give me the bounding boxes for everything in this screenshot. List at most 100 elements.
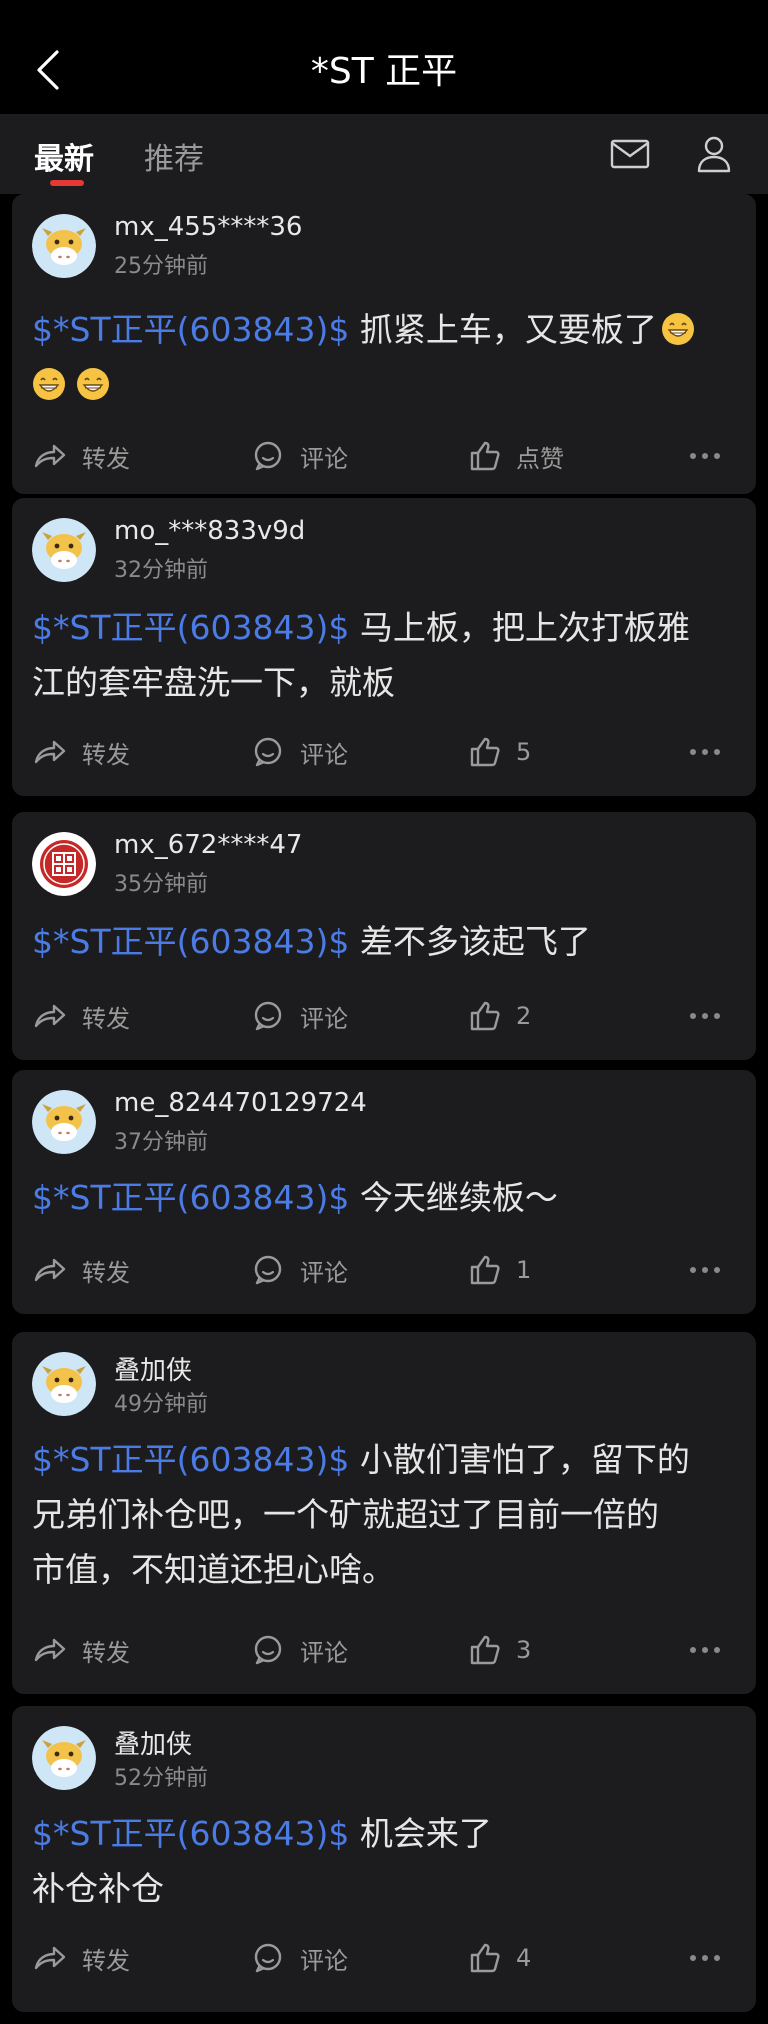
post-card[interactable]: 叠加侠 52分钟前 $*ST正平(603843)$ 机会来了 补仓补仓 转发 评… xyxy=(12,1706,756,2012)
share-label: 转发 xyxy=(82,1258,130,1287)
nav-header: *ST 正平 xyxy=(0,0,768,114)
post-card[interactable]: mx_455****36 25分钟前 $*ST正平(603843)$ 抓紧上车，… xyxy=(12,194,756,494)
like-button[interactable]: 4 xyxy=(468,1930,531,1986)
more-button[interactable] xyxy=(688,1242,736,1298)
comment-label: 评论 xyxy=(300,1258,348,1287)
post-text-line: 市值，不知道还担心啥。 xyxy=(32,1550,395,1589)
avatar[interactable] xyxy=(32,1090,96,1154)
comment-label: 评论 xyxy=(300,740,348,769)
post-body[interactable]: $*ST正平(603843)$ 小散们害怕了，留下的 兄弟们补仓吧，一个矿就超过… xyxy=(32,1432,736,1597)
post-body[interactable]: $*ST正平(603843)$ 抓紧上车，又要板了 xyxy=(32,302,736,412)
post-body[interactable]: $*ST正平(603843)$ 差不多该起飞了 xyxy=(32,914,736,969)
thumbs-up-icon xyxy=(470,737,500,767)
comment-label: 评论 xyxy=(300,1946,348,1975)
avatar[interactable] xyxy=(32,1726,96,1790)
thumbs-up-icon xyxy=(470,1635,500,1665)
share-icon xyxy=(34,1004,66,1028)
tab-bar: 最新 推荐 xyxy=(0,114,768,194)
username[interactable]: mo_***833v9d xyxy=(114,516,305,546)
post-time: 32分钟前 xyxy=(114,558,208,583)
profile-button[interactable] xyxy=(690,130,738,178)
comment-button[interactable]: 评论 xyxy=(252,1622,348,1678)
share-button[interactable]: 转发 xyxy=(32,428,130,484)
post-body[interactable]: $*ST正平(603843)$ 今天继续板～ xyxy=(32,1170,736,1225)
thumbs-up-icon xyxy=(470,1943,500,1973)
stock-tag-link[interactable]: $*ST正平(603843)$ xyxy=(32,1178,349,1217)
post-text: 马上板，把上次打板雅 xyxy=(349,608,690,647)
post-time: 25分钟前 xyxy=(114,254,208,279)
avatar[interactable] xyxy=(32,518,96,582)
username[interactable]: me_824470129724 xyxy=(114,1088,367,1118)
post-time: 49分钟前 xyxy=(114,1392,208,1417)
post-card[interactable]: 叠加侠 49分钟前 $*ST正平(603843)$ 小散们害怕了，留下的 兄弟们… xyxy=(12,1332,756,1694)
comment-button[interactable]: 评论 xyxy=(252,724,348,780)
post-card[interactable]: me_824470129724 37分钟前 $*ST正平(603843)$ 今天… xyxy=(12,1070,756,1314)
stock-tag-link[interactable]: $*ST正平(603843)$ xyxy=(32,310,349,349)
share-label: 转发 xyxy=(82,1004,130,1033)
thumbs-up-icon xyxy=(470,1001,500,1031)
post-text: 差不多该起飞了 xyxy=(349,922,591,961)
more-button[interactable] xyxy=(688,428,736,484)
like-button[interactable]: 1 xyxy=(468,1242,531,1298)
post-body[interactable]: $*ST正平(603843)$ 马上板，把上次打板雅 江的套牢盘洗一下，就板 xyxy=(32,600,736,710)
comment-icon xyxy=(254,1001,282,1031)
username[interactable]: 叠加侠 xyxy=(114,1350,192,1387)
tab-recommended[interactable]: 推荐 xyxy=(144,134,204,178)
grin-emoji-icon xyxy=(76,367,110,401)
post-card[interactable]: mx_672****47 35分钟前 $*ST正平(603843)$ 差不多该起… xyxy=(12,812,756,1060)
page-title: *ST 正平 xyxy=(310,51,458,92)
avatar[interactable] xyxy=(32,1352,96,1416)
more-icon xyxy=(690,1013,720,1019)
post-body[interactable]: $*ST正平(603843)$ 机会来了 补仓补仓 xyxy=(32,1806,736,1916)
post-text: 小散们害怕了，留下的 xyxy=(349,1440,690,1479)
like-button[interactable]: 2 xyxy=(468,988,531,1044)
post-actions: 转发 评论 4 xyxy=(12,1930,756,1986)
more-button[interactable] xyxy=(688,1622,736,1678)
more-button[interactable] xyxy=(688,1930,736,1986)
comment-button[interactable]: 评论 xyxy=(252,988,348,1044)
mail-button[interactable] xyxy=(606,130,654,178)
username[interactable]: 叠加侠 xyxy=(114,1724,192,1761)
stock-tag-link[interactable]: $*ST正平(603843)$ xyxy=(32,1440,349,1479)
like-count: 点赞 xyxy=(516,444,564,473)
stock-tag-link[interactable]: $*ST正平(603843)$ xyxy=(32,608,349,647)
avatar[interactable] xyxy=(32,832,96,896)
share-button[interactable]: 转发 xyxy=(32,724,130,780)
post-actions: 转发 评论 2 xyxy=(12,988,756,1044)
share-button[interactable]: 转发 xyxy=(32,1622,130,1678)
share-icon xyxy=(34,1946,66,1970)
more-icon xyxy=(690,749,720,755)
tab-latest[interactable]: 最新 xyxy=(34,134,94,178)
comment-icon xyxy=(254,1255,282,1285)
share-button[interactable]: 转发 xyxy=(32,1242,130,1298)
like-button[interactable]: 5 xyxy=(468,724,531,780)
username[interactable]: mx_672****47 xyxy=(114,830,302,860)
post-actions: 转发 评论 3 xyxy=(12,1622,756,1678)
more-button[interactable] xyxy=(688,724,736,780)
comment-label: 评论 xyxy=(300,1004,348,1033)
stock-tag-link[interactable]: $*ST正平(603843)$ xyxy=(32,922,349,961)
share-button[interactable]: 转发 xyxy=(32,988,130,1044)
post-actions: 转发 评论 5 xyxy=(12,724,756,780)
post-text-line: 兄弟们补仓吧，一个矿就超过了目前一倍的 xyxy=(32,1495,659,1534)
comment-icon xyxy=(254,737,282,767)
comment-button[interactable]: 评论 xyxy=(252,1930,348,1986)
post-card[interactable]: mo_***833v9d 32分钟前 $*ST正平(603843)$ 马上板，把… xyxy=(12,498,756,796)
more-button[interactable] xyxy=(688,988,736,1044)
comment-button[interactable]: 评论 xyxy=(252,1242,348,1298)
comment-button[interactable]: 评论 xyxy=(252,428,348,484)
mail-icon xyxy=(610,139,650,169)
post-text-line: 江的套牢盘洗一下，就板 xyxy=(32,663,395,702)
comment-label: 评论 xyxy=(300,444,348,473)
post-text: 今天继续板～ xyxy=(349,1178,558,1217)
share-button[interactable]: 转发 xyxy=(32,1930,130,1986)
post-actions: 转发 评论 点赞 xyxy=(12,428,756,484)
like-count: 5 xyxy=(516,738,532,766)
like-button[interactable]: 点赞 xyxy=(468,428,564,484)
like-button[interactable]: 3 xyxy=(468,1622,531,1678)
avatar[interactable] xyxy=(32,214,96,278)
username[interactable]: mx_455****36 xyxy=(114,212,302,242)
like-count: 1 xyxy=(516,1256,532,1284)
share-icon xyxy=(34,740,66,764)
stock-tag-link[interactable]: $*ST正平(603843)$ xyxy=(32,1814,349,1853)
